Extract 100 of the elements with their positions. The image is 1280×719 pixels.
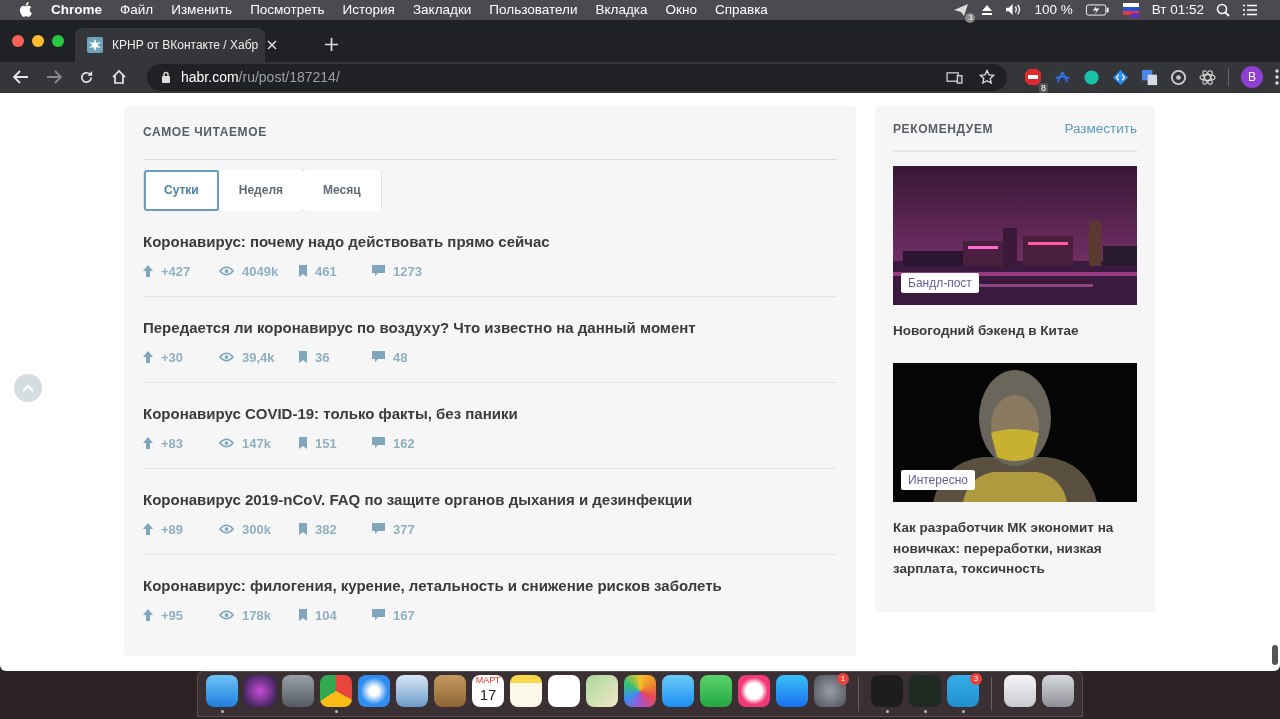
post-title-link[interactable]: Передается ли коронавирус по воздуху? Что известно на данный момент [143,318,837,336]
post-title-link[interactable]: Коронавирус: почему надо действовать прямо сейчас [143,232,837,250]
bookmark-count: 104 [315,607,337,623]
forward-arrow-icon[interactable] [46,70,62,85]
battery-percent: 100 % [1034,2,1073,18]
menu-item[interactable]: Chrome [51,2,102,18]
app-icon[interactable] [358,675,390,707]
address-bar[interactable]: habr.com/ru/post/187214/ [147,63,1007,91]
view-count: 300k [242,521,271,537]
extension-icon[interactable] [1083,68,1100,86]
comment-count: 48 [393,349,408,365]
notification-badge: 3 [970,673,982,685]
app-icon[interactable] [738,675,770,707]
trash-icon[interactable] [1042,675,1074,707]
app-icon[interactable] [510,675,542,707]
volume-icon[interactable] [1005,3,1023,17]
reload-icon[interactable] [79,69,94,85]
menu-item[interactable]: Файл [120,2,154,18]
menu-item[interactable]: Окно [665,2,697,18]
app-icon[interactable] [206,675,238,707]
menu-item[interactable]: Закладки [412,2,472,18]
view-count: 39,4k [242,349,275,365]
menu-item[interactable]: Пользователи [489,2,578,18]
period-tab[interactable]: Сутки [144,169,219,211]
eye-icon [219,438,234,449]
folder-icon[interactable] [1004,675,1036,707]
eject-icon[interactable] [981,4,994,16]
close-window-button[interactable] [12,34,24,47]
extension-icon[interactable] [1112,68,1129,86]
extension-icon[interactable] [1170,68,1187,86]
view-count: 4049k [242,263,279,279]
bookmark-count: 382 [315,521,337,537]
maximize-window-button[interactable] [52,34,64,47]
close-icon[interactable] [267,39,278,50]
flag-icon[interactable] [1121,2,1140,18]
app-icon[interactable]: МАРТ 17 [472,675,504,707]
app-icon[interactable] [776,675,808,707]
site-logo-icon [87,36,103,53]
period-tab[interactable]: Неделя [218,169,303,211]
scrollbar-thumb[interactable] [1272,644,1278,665]
comment-count: 377 [393,521,415,537]
new-tab-icon[interactable] [325,37,338,51]
app-icon[interactable] [624,675,656,707]
bookmark-count: 461 [315,263,337,279]
paper-plane-icon[interactable] [953,3,970,17]
star-icon[interactable] [979,69,995,86]
article-title-link[interactable]: Как разработчик МК экономит на новичках: переработки, низкая зарплата, токсичность [893,518,1137,580]
app-icon[interactable] [700,675,732,707]
menu-item[interactable]: История [342,2,395,18]
post-title-link[interactable]: Коронавирус 2019-nCoV. FAQ по защите органов дыхания и дезинфекции [143,490,837,508]
article-title-link[interactable]: Новогодний бэкенд в Китае [893,320,1137,342]
translate-icon[interactable] [1141,68,1158,86]
menu-item[interactable]: Справка [714,2,768,18]
bookmark-count: 36 [315,349,330,365]
post-title-link[interactable]: Коронавирус COVID-19: только факты, без паники [143,404,837,422]
eye-icon [219,266,234,277]
adblock-icon[interactable] [1024,68,1042,87]
chevron-up-icon [21,382,35,393]
menu-item[interactable]: Посмотреть [250,2,325,18]
more-menu-icon[interactable] [1275,69,1279,86]
comment-count: 167 [393,607,415,623]
lock-icon [161,71,171,84]
apple-logo-icon[interactable] [19,2,32,18]
search-icon[interactable] [1216,3,1230,17]
app-icon[interactable] [320,675,352,707]
menu-item[interactable]: Вкладка [595,2,648,18]
app-icon[interactable] [662,675,694,707]
app-icon[interactable] [947,675,979,707]
profile-avatar[interactable]: B [1241,66,1263,89]
category-tag[interactable]: Бандл-пост [901,272,979,293]
vote-count: +89 [161,521,184,537]
battery-icon[interactable] [1084,4,1110,16]
category-tag[interactable]: Интересно [901,470,975,491]
home-icon[interactable] [111,69,127,86]
eye-icon [219,352,234,363]
post-title-link[interactable]: Коронавирус: филогения, курение, летальность и снижение рисков заболеть [143,576,837,594]
view-count: 147k [242,435,271,451]
cast-icon[interactable] [946,70,963,84]
clock[interactable]: Вт 01:52 [1151,2,1204,18]
comment-count: 162 [393,435,415,451]
bookmark-count: 151 [315,435,337,451]
period-tab[interactable]: Месяц [303,169,381,211]
notification-badge: 1 [837,673,849,685]
section-heading: РЕКОМЕНДУЕМ [893,121,994,136]
menu-item[interactable]: Изменить [171,2,233,18]
vote-count: +83 [161,435,184,451]
view-count: 178k [242,607,271,623]
vote-count: +427 [161,263,191,279]
app-icon[interactable] [396,675,428,707]
app-icon[interactable] [548,675,580,707]
eye-icon [219,610,234,621]
section-heading: САМОЕ ЧИТАЕМОЕ [143,124,268,139]
list-icon[interactable] [1242,4,1258,16]
comment-count: 1273 [393,263,422,279]
back-arrow-icon[interactable] [13,70,29,85]
minimize-window-button[interactable] [32,34,44,47]
app-icon[interactable] [586,675,618,707]
atom-icon[interactable] [1199,68,1216,86]
notification-count: 3 [965,13,976,23]
adblock-count: 8 [1039,83,1048,94]
